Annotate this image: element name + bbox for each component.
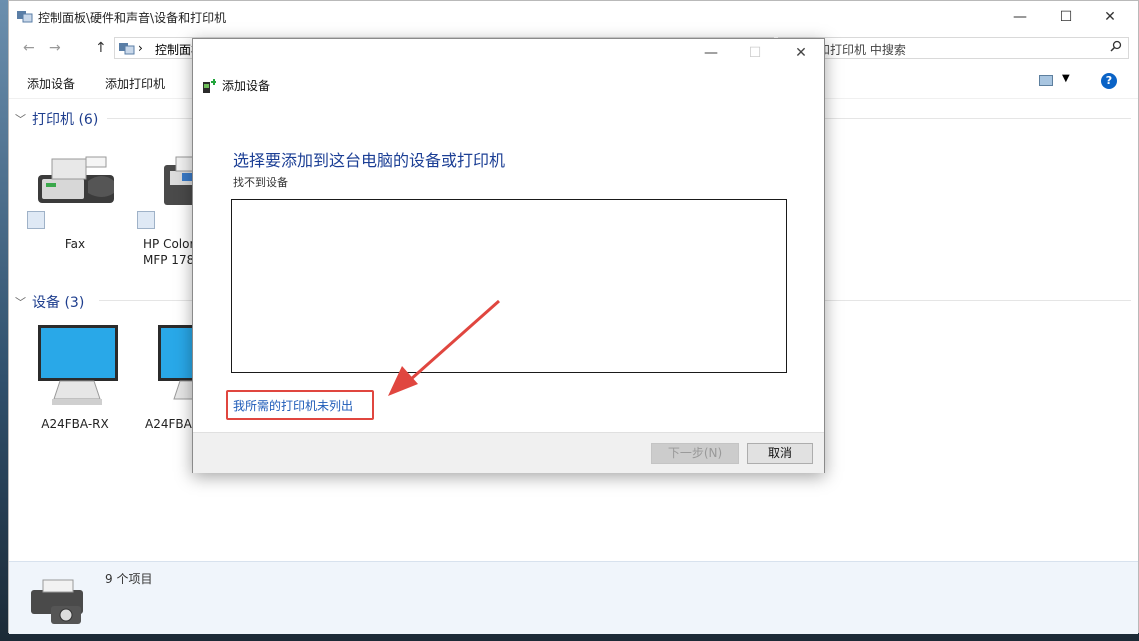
- cancel-button[interactable]: 取消: [747, 443, 813, 464]
- help-icon[interactable]: ?: [1101, 73, 1117, 89]
- item-count: 9 个项目: [105, 572, 153, 586]
- dialog-maximize-button: ☐: [748, 45, 762, 61]
- dialog-footer: 下一步(N) 取消: [193, 432, 824, 473]
- collapse-chevron-icon[interactable]: ﹀: [15, 111, 26, 127]
- dialog-close-button[interactable]: ✕: [783, 45, 819, 69]
- view-options-chevron-icon[interactable]: ▼: [1062, 73, 1070, 84]
- monitor-icon: [38, 325, 118, 405]
- dialog-status-text: 找不到设备: [233, 176, 288, 189]
- dialog-minimize-button[interactable]: —: [693, 45, 729, 69]
- control-panel-icon: [119, 43, 135, 55]
- fax-icon: [38, 156, 114, 203]
- printers-group-header[interactable]: ﹀ 打印机 (6): [15, 109, 98, 129]
- close-button[interactable]: ✕: [1087, 1, 1133, 32]
- collapse-chevron-icon[interactable]: ﹀: [15, 294, 26, 310]
- next-button: 下一步(N): [651, 443, 739, 464]
- search-placeholder: 和打印机 中搜索: [818, 43, 906, 57]
- devices-group-label: 设备 (3): [32, 295, 85, 311]
- add-device-dialog: — ☐ ✕ 添加设备 选择要添加到这台电脑的设备或打印机 找不到设备 我所需的打…: [192, 38, 825, 473]
- printer-item-fax[interactable]: Fax: [25, 151, 125, 252]
- shared-users-icon: [137, 211, 155, 229]
- device-item-a24fba-rx[interactable]: A24FBA-RX: [25, 323, 125, 432]
- dialog-header: 添加设备: [202, 77, 270, 94]
- device-label: A24FBA-RX: [41, 417, 109, 431]
- printers-group-label: 打印机 (6): [32, 112, 99, 128]
- title-bar: 控制面板\硬件和声音\设备和打印机 — ☐ ✕: [9, 1, 1138, 32]
- printer-label: Fax: [64, 237, 86, 251]
- printer-not-listed-link[interactable]: 我所需的打印机未列出: [233, 397, 353, 414]
- window-title: 控制面板\硬件和声音\设备和打印机: [38, 11, 227, 25]
- maximize-button[interactable]: ☐: [1043, 1, 1089, 32]
- search-input[interactable]: 和打印机 中搜索: [778, 37, 1129, 59]
- minimize-button[interactable]: —: [997, 1, 1043, 32]
- control-panel-icon: [17, 11, 33, 23]
- printer-with-camera-icon: [31, 579, 83, 624]
- change-view-icon[interactable]: [1039, 75, 1053, 86]
- forward-button[interactable]: →: [49, 40, 61, 56]
- breadcrumb-separator: ›: [138, 41, 143, 55]
- add-printer-button[interactable]: 添加打印机: [105, 75, 165, 92]
- up-button[interactable]: ↑: [95, 40, 107, 56]
- back-button[interactable]: ←: [23, 40, 35, 56]
- add-device-button[interactable]: 添加设备: [27, 75, 75, 92]
- dialog-title: 添加设备: [222, 79, 271, 93]
- add-device-icon: [203, 78, 216, 93]
- details-pane: 9 个项目: [9, 561, 1138, 634]
- dialog-heading: 选择要添加到这台电脑的设备或打印机: [233, 151, 506, 170]
- devices-group-header[interactable]: ﹀ 设备 (3): [15, 292, 84, 312]
- device-list[interactable]: [231, 199, 787, 373]
- shared-users-icon: [27, 211, 45, 229]
- search-icon[interactable]: [1110, 40, 1122, 52]
